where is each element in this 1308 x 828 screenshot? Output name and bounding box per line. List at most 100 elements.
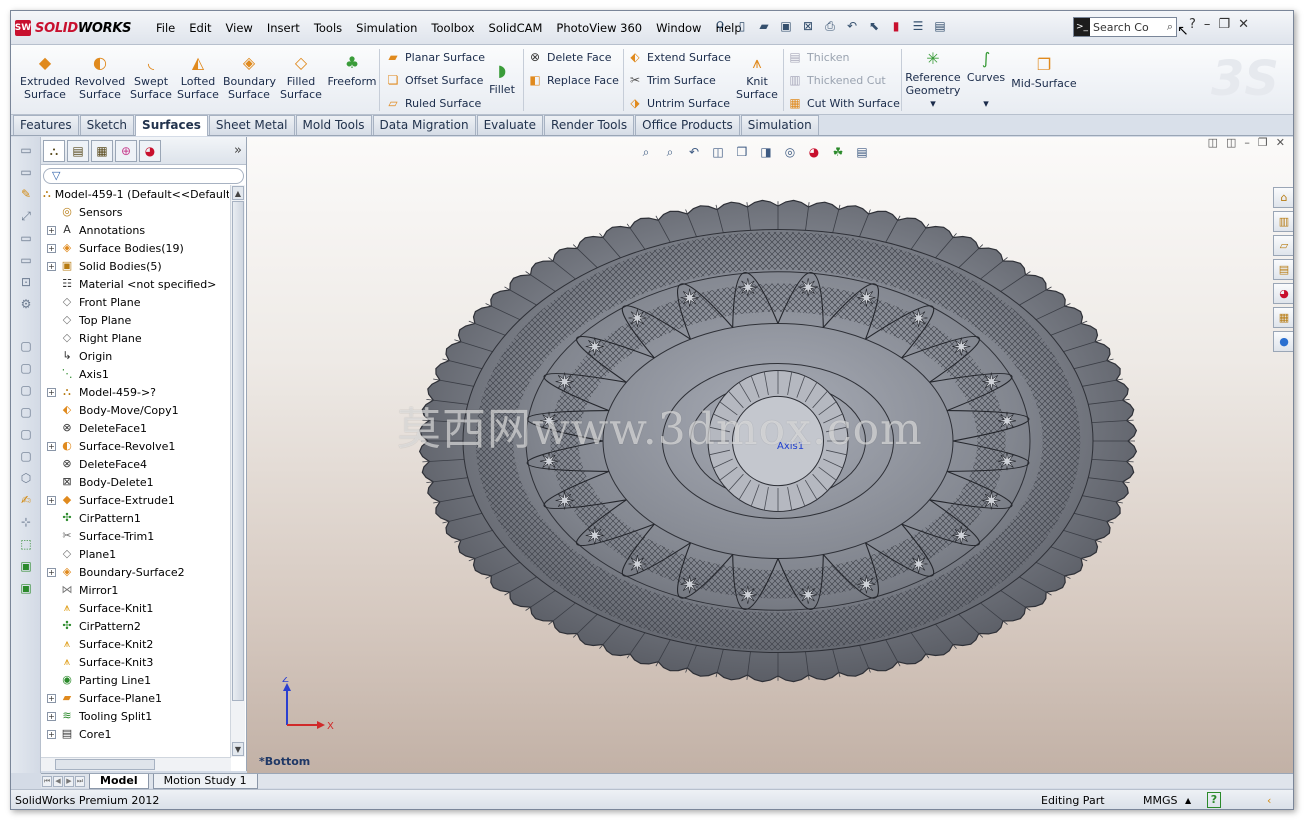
expand-icon[interactable]: + [47,387,56,397]
fillet-button[interactable]: ◗ Fillet [481,61,523,96]
view-orientation-icon[interactable]: ▢ [17,403,35,421]
expand-icon[interactable]: + [47,693,56,703]
view-orientation-icon[interactable]: ⬡ [17,469,35,487]
scroll-thumb[interactable] [55,759,155,770]
view-orientation-icon[interactable]: ▢ [17,337,35,355]
tree-item[interactable]: + ◈ Surface Bodies(19) [41,239,229,257]
menu-window[interactable]: Window [649,20,708,36]
search-box[interactable]: >_ Search Co ⌕ [1073,17,1177,37]
configuration-manager-tab-icon[interactable]: ▦ [91,139,113,162]
search-icon[interactable]: ⌕ [1167,20,1173,34]
collapse-icon[interactable]: ‹ [1267,794,1271,807]
sketch-tool-icon[interactable]: ▭ [17,141,35,159]
first-tab-icon[interactable]: ⏮ [42,775,52,787]
rebuild-icon[interactable]: ▮ [887,17,905,35]
restore-icon[interactable]: ❐ [1218,17,1230,32]
offset-surface-button[interactable]: ❏ Offset Surface [385,70,484,90]
tree-item[interactable]: ⊗ DeleteFace4 [41,455,229,473]
expand-icon[interactable]: + [47,261,56,271]
tab-surfaces[interactable]: Surfaces [135,115,208,136]
close-doc-icon[interactable]: ⊠ [799,17,817,35]
search-input[interactable]: Search Co [1093,21,1149,34]
curves-button[interactable]: ∫ Curves ▾ [963,49,1009,110]
expand-icon[interactable]: + [47,441,56,451]
solidworks-resources-icon[interactable]: ● [1273,331,1293,352]
tree-item[interactable]: + ◐ Surface-Revolve1 [41,437,229,455]
ruled-surface-button[interactable]: ▱ Ruled Surface [385,93,481,113]
tree-item[interactable]: ◇ Right Plane [41,329,229,347]
design-library-icon[interactable]: ▥ [1273,211,1293,232]
file-properties-icon[interactable]: ☰ [909,17,927,35]
scroll-down-icon[interactable]: ▼ [232,742,244,756]
sketch-tool-icon[interactable]: ▭ [17,163,35,181]
tab-render-tools[interactable]: Render Tools [544,115,635,135]
expand-icon[interactable]: + [47,567,56,577]
tree-vertical-scrollbar[interactable]: ▲ ▼ [230,185,245,757]
save-icon[interactable]: ▣ [777,17,795,35]
thickened-cut-button[interactable]: ▥ Thickened Cut [787,70,885,90]
extruded-surface-button[interactable]: ◆ Extruded Surface [19,53,71,101]
tree-item[interactable]: ⩚ Surface-Knit2 [41,635,229,653]
tab-model[interactable]: Model [89,773,149,789]
quick-tips-help-icon[interactable]: ? [1207,792,1221,808]
tree-item[interactable]: + ▰ Surface-Plane1 [41,689,229,707]
custom-properties-icon[interactable]: ▦ [1273,307,1293,328]
tree-item[interactable]: + ▣ Solid Bodies(5) [41,257,229,275]
filled-surface-button[interactable]: ◇ Filled Surface [275,53,327,101]
tree-item[interactable]: + ⛬ Model-459->? [41,383,229,401]
tree-item[interactable]: ◎ Sensors [41,203,229,221]
tree-item[interactable]: + ◈ Boundary-Surface2 [41,563,229,581]
tab-motion-study[interactable]: Motion Study 1 [152,773,258,789]
help-icon[interactable]: ? [1189,17,1196,32]
expand-icon[interactable]: + [47,225,56,235]
tree-item[interactable]: ⋈ Mirror1 [41,581,229,599]
print-icon[interactable]: ⎙ [821,17,839,35]
tree-item[interactable]: ⩚ Surface-Knit3 [41,653,229,671]
graphics-area[interactable]: ⌕ ⌕ ↶ ◫ ❒ ◨ ◎ ◕ ☘ ▤ ◫ ◫ – ❐ ✕ Axis1 莫西网w… [247,137,1293,773]
open-icon[interactable]: ▰ [755,17,773,35]
expand-icon[interactable]: + [47,495,56,505]
tree-item[interactable]: + ▤ Core1 [41,725,229,743]
tab-data-migration[interactable]: Data Migration [372,115,476,135]
menu-toolbox[interactable]: Toolbox [424,20,481,36]
smart-dimension-icon[interactable]: ⤢ [17,207,35,225]
pin-icon[interactable]: ⚲ [711,17,729,35]
feature-filter-input[interactable]: ▽ [43,168,244,184]
cut-with-surface-button[interactable]: ▦ Cut With Surface [787,93,900,113]
tree-item[interactable]: + A Annotations [41,221,229,239]
expand-icon[interactable]: + [47,243,56,253]
menu-insert[interactable]: Insert [260,20,307,36]
unit-system-button[interactable]: MMGS [1143,794,1178,807]
tree-root-item[interactable]: ⛬ Model-459-1 (Default<<Default> [41,185,229,203]
mid-surface-button[interactable]: ❐ Mid-Surface [1011,55,1077,90]
scroll-up-icon[interactable]: ▲ [232,186,244,200]
layer-icon[interactable]: ▣ [17,557,35,575]
tree-item[interactable]: ✣ CirPattern2 [41,617,229,635]
sketch-tool-icon[interactable]: ⊡ [17,273,35,291]
replace-face-button[interactable]: ◧ Replace Face [527,70,619,90]
edit-sketch-icon[interactable]: ✍ [17,491,35,509]
menu-file[interactable]: File [149,20,182,36]
tree-item[interactable]: ⋱ Axis1 [41,365,229,383]
solidworks-logo[interactable]: SW SOLIDWORKS [15,18,131,38]
tab-simulation[interactable]: Simulation [740,115,819,135]
close-icon[interactable]: ✕ [1238,17,1249,32]
tree-item[interactable]: ↳ Origin [41,347,229,365]
view-orientation-icon[interactable]: ▢ [17,359,35,377]
units-arrow-icon[interactable]: ▲ [1185,796,1191,805]
menu-tools[interactable]: Tools [307,20,349,36]
expand-icon[interactable]: + [47,711,56,721]
menu-view[interactable]: View [219,20,260,36]
tree-item[interactable]: + ◆ Surface-Extrude1 [41,491,229,509]
home-icon[interactable]: ⌂ [1273,187,1293,208]
planar-surface-button[interactable]: ▰ Planar Surface [385,47,485,67]
view-palette-icon[interactable]: ▤ [1273,259,1293,280]
appearances-icon[interactable]: ◕ [1273,283,1293,304]
tree-item[interactable]: ⊠ Body-Delete1 [41,473,229,491]
tree-item[interactable]: ◇ Top Plane [41,311,229,329]
lofted-surface-button[interactable]: ◭ Lofted Surface [172,53,224,101]
prev-tab-icon[interactable]: ◀ [53,775,63,787]
tab-mold-tools[interactable]: Mold Tools [295,115,372,135]
trim-surface-button[interactable]: ✂ Trim Surface [627,70,716,90]
expand-icon[interactable]: + [47,729,56,739]
